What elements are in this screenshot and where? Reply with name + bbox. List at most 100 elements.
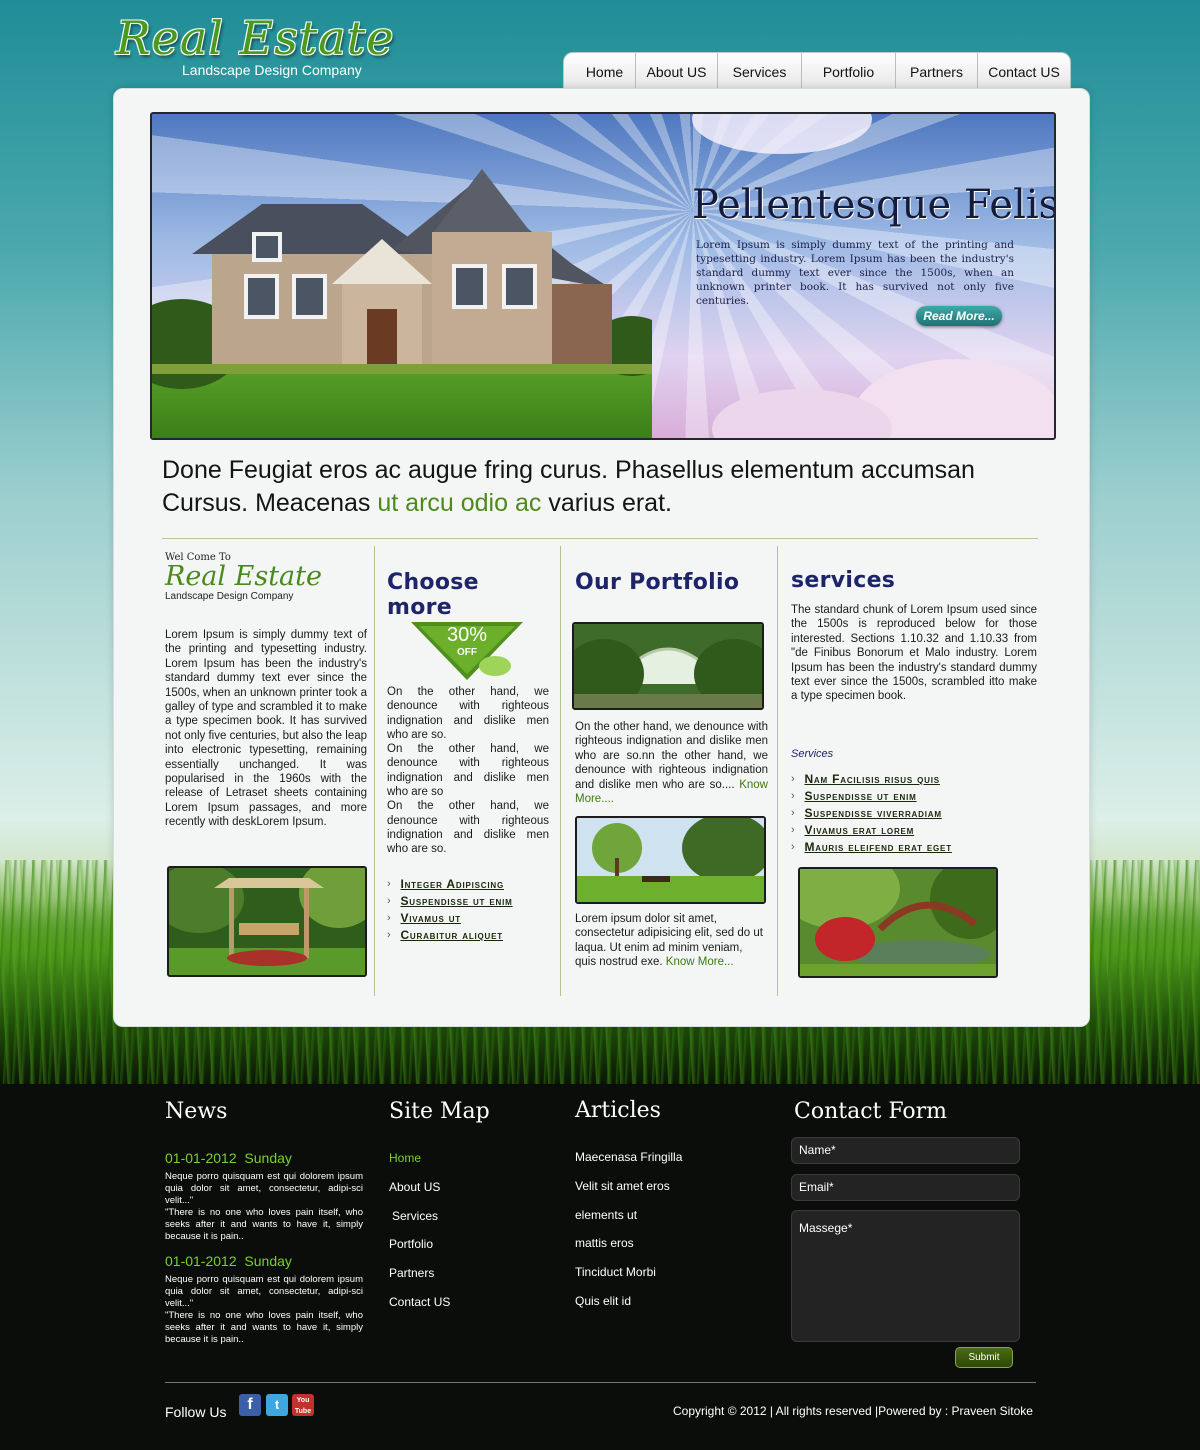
portfolio-text-2: Lorem ipsum dolor sit amet, consectetur … xyxy=(575,912,765,970)
youtube-icon[interactable]: You Tube xyxy=(292,1394,314,1416)
chevron-right-icon: › xyxy=(791,790,796,802)
list-item[interactable]: › Vivamus erat lorem xyxy=(791,822,952,839)
chevron-right-icon: › xyxy=(387,878,392,890)
news-quote: "There is no one who loves pain itself, … xyxy=(165,1207,363,1242)
articles-heading: Articles xyxy=(575,1098,661,1123)
news-date-value: 01-01-2012 xyxy=(165,1150,237,1166)
list-item-label: Suspendisse ut enim xyxy=(804,789,917,803)
tagline: Done Feugiat eros ac augue fring curus. … xyxy=(162,454,1062,520)
list-item-label: Vivamus erat lorem xyxy=(804,823,915,837)
discount-badge: 30% OFF xyxy=(411,620,523,680)
japanese-garden-image xyxy=(800,869,996,976)
news-date: 01-01-2012 Sunday xyxy=(165,1253,365,1269)
garden-swing-image xyxy=(169,868,365,975)
news-day: Sunday xyxy=(244,1253,292,1269)
list-item[interactable]: › Nam Facilisis risus quis xyxy=(791,771,952,788)
choose-more-heading: Choose more xyxy=(387,570,479,620)
chevron-right-icon: › xyxy=(387,912,392,924)
discount-percent: 30% xyxy=(446,624,488,646)
choose-more-text: On the other hand, we denounce with righ… xyxy=(387,686,549,856)
article-link[interactable]: Quis elit id xyxy=(575,1287,682,1316)
japanese-garden-photo xyxy=(798,867,998,978)
list-item-label: Mauris eleifend erat eget xyxy=(804,840,952,854)
chevron-right-icon: › xyxy=(791,807,796,819)
news-heading: News xyxy=(165,1099,228,1124)
footer-divider xyxy=(165,1382,1036,1383)
news-day: Sunday xyxy=(244,1150,292,1166)
sitemap-heading: Site Map xyxy=(389,1099,490,1124)
sitemap-link-partners[interactable]: Partners xyxy=(389,1259,450,1288)
garden-swing-photo xyxy=(167,866,367,977)
welcome-subtitle: Landscape Design Company xyxy=(165,591,294,602)
chevron-right-icon: › xyxy=(791,773,796,785)
section-divider xyxy=(162,538,1038,539)
column-divider xyxy=(374,546,375,996)
name-field[interactable]: Name* xyxy=(791,1137,1020,1164)
welcome-column: Wel Come To Real Estate Landscape Design… xyxy=(165,552,367,830)
article-link[interactable]: Velit sit amet eros xyxy=(575,1172,682,1201)
article-link[interactable]: Tinciduct Morbi xyxy=(575,1258,682,1287)
article-link[interactable]: mattis eros xyxy=(575,1229,682,1258)
list-item[interactable]: › Suspendisse viverradiam xyxy=(791,805,952,822)
discount-off: OFF xyxy=(457,647,477,658)
chevron-right-icon: › xyxy=(791,841,796,853)
nav-partners[interactable]: Partners xyxy=(896,53,978,89)
article-link[interactable]: Maecenasa Fringilla xyxy=(575,1143,682,1172)
sitemap-link-home[interactable]: Home xyxy=(389,1144,450,1173)
email-field[interactable]: Email* xyxy=(791,1174,1020,1201)
greenhouse-photo[interactable] xyxy=(572,622,764,710)
nav-contact-us[interactable]: Contact US xyxy=(978,53,1070,89)
list-item[interactable]: › Suspendisse ut enim xyxy=(387,893,513,910)
welcome-title: Real Estate xyxy=(165,561,322,592)
read-more-button[interactable]: Read More... xyxy=(916,306,1002,326)
list-item[interactable]: › Mauris eleifend erat eget xyxy=(791,839,952,856)
portfolio-column: Our Portfolio xyxy=(575,570,769,595)
main-nav: Home About US Services Portfolio Partner… xyxy=(563,52,1071,89)
column-divider xyxy=(560,546,561,996)
nav-portfolio[interactable]: Portfolio xyxy=(802,53,896,89)
list-item-label: Integer Adipiscing xyxy=(400,877,504,891)
services-text: The standard chunk of Lorem Ipsum used s… xyxy=(791,604,1037,703)
list-item-label: Suspendisse viverradiam xyxy=(804,806,942,820)
twitter-icon[interactable]: t xyxy=(266,1394,288,1416)
list-item-label: Nam Facilisis risus quis xyxy=(804,772,940,786)
chevron-right-icon: › xyxy=(387,929,392,941)
list-item[interactable]: › Curabitur aliquet xyxy=(387,927,513,944)
facebook-icon[interactable]: f xyxy=(239,1394,261,1416)
services-label: Services xyxy=(791,748,834,760)
news-text: Neque porro quisquam est qui dolorem ips… xyxy=(165,1274,363,1309)
park-bench-image xyxy=(577,818,764,902)
article-link[interactable]: elements ut xyxy=(575,1201,682,1230)
nav-services[interactable]: Services xyxy=(718,53,802,89)
sitemap-link-services[interactable]: Services xyxy=(389,1202,450,1231)
logo-title: Real Estate xyxy=(116,11,395,65)
choose-more-links: › Integer Adipiscing › Suspendisse ut enim… xyxy=(387,876,513,944)
services-column: services The standard chunk of Lorem Ips… xyxy=(791,568,1037,704)
banner-text: Lorem Ipsum is simply dummy text of the … xyxy=(696,239,1014,307)
park-bench-photo[interactable] xyxy=(575,816,766,904)
cloud-shape xyxy=(692,114,872,154)
list-item[interactable]: › Integer Adipiscing xyxy=(387,876,513,893)
tagline-text-end: varius erat. xyxy=(541,489,672,517)
contact-form-heading: Contact Form xyxy=(794,1099,948,1124)
column-divider xyxy=(777,546,778,996)
hero-banner: Pellentesque Felis Lorem Ipsum is simply… xyxy=(150,112,1056,440)
news-quote: "There is no one who loves pain itself, … xyxy=(165,1310,363,1345)
sitemap-link-about[interactable]: About US xyxy=(389,1173,450,1202)
sitemap-link-contact[interactable]: Contact US xyxy=(389,1288,450,1317)
list-item[interactable]: › Vivamus ut xyxy=(387,910,513,927)
news-text: Neque porro quisquam est qui dolorem ips… xyxy=(165,1171,363,1206)
articles-list: Maecenasa Fringilla Velit sit amet eros … xyxy=(575,1143,682,1316)
nav-about-us[interactable]: About US xyxy=(636,53,718,89)
banner-title: Pellentesque Felis xyxy=(692,182,1056,228)
site-logo[interactable]: Real Estate Landscape Design Company xyxy=(116,12,406,78)
sitemap-link-portfolio[interactable]: Portfolio xyxy=(389,1230,450,1259)
choose-more-column: Choose more 30% OFF On the other hand, w… xyxy=(387,570,549,857)
portfolio-text-1: On the other hand, we denounce with righ… xyxy=(575,720,768,806)
nav-home[interactable]: Home xyxy=(574,53,636,89)
message-field[interactable]: Massege* xyxy=(791,1210,1020,1342)
submit-button[interactable]: Submit xyxy=(955,1347,1013,1368)
news-date-value: 01-01-2012 xyxy=(165,1253,237,1269)
list-item[interactable]: › Suspendisse ut enim xyxy=(791,788,952,805)
know-more-link-2[interactable]: Know More... xyxy=(666,956,734,968)
